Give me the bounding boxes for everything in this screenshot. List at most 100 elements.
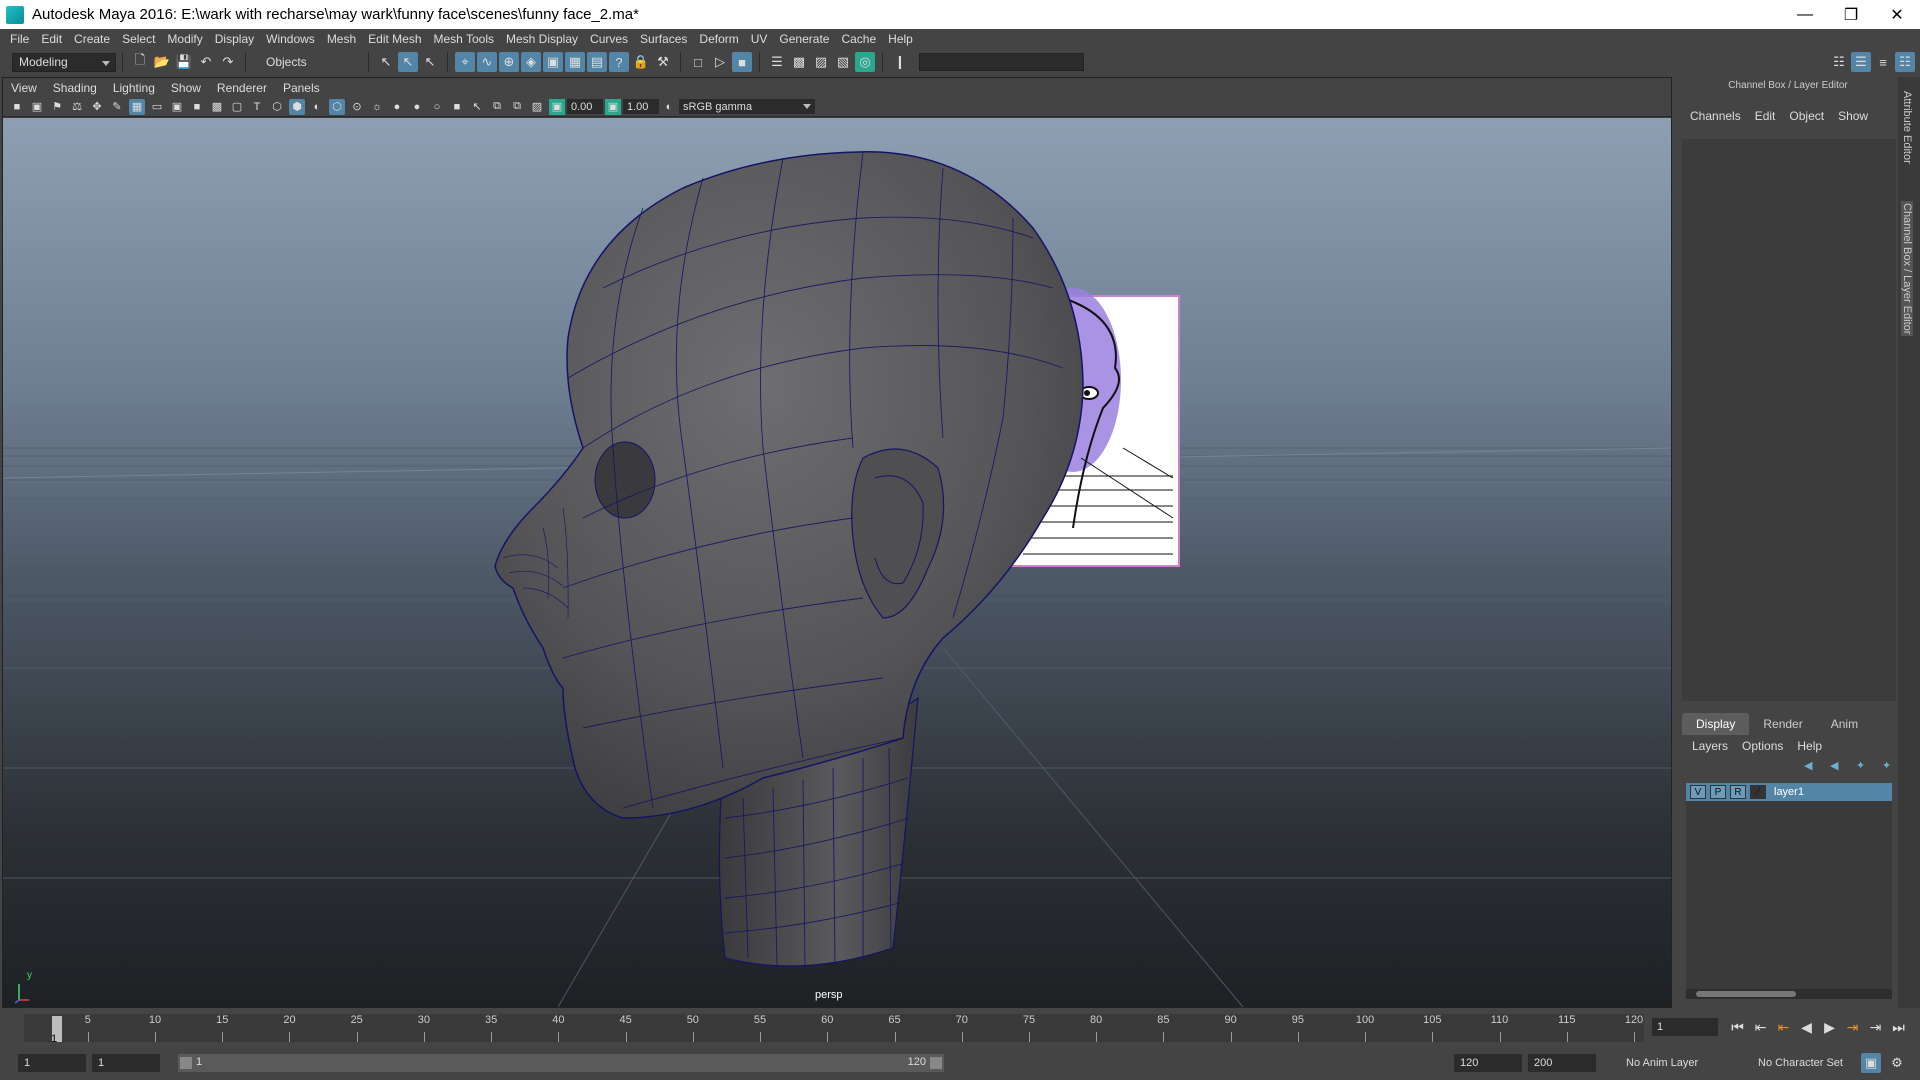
modeling-toolkit-icon[interactable]: ◎ (855, 52, 875, 72)
x-ray-active-icon[interactable]: ⧉ (509, 99, 525, 115)
panel-menu-shading[interactable]: Shading (53, 81, 97, 95)
layer-horizontal-scrollbar[interactable] (1686, 989, 1892, 999)
playback-end-field[interactable]: 120 (1454, 1054, 1522, 1072)
default-lighting-icon[interactable]: ◐ (309, 99, 325, 115)
menu-edit[interactable]: Edit (41, 32, 62, 46)
isolate-select-icon[interactable]: ↖ (469, 99, 485, 115)
light-editor-icon[interactable]: ▧ (833, 52, 853, 72)
channel-box-list[interactable] (1682, 139, 1896, 701)
channel-box-toggle-icon[interactable]: ☷ (1895, 52, 1915, 72)
layer-display-type-toggle[interactable]: R (1730, 785, 1746, 799)
menu-help[interactable]: Help (888, 32, 913, 46)
save-scene-icon[interactable]: 💾 (174, 52, 194, 72)
layer-menu-help[interactable]: Help (1797, 739, 1822, 753)
gamma-field[interactable]: 1.00 (623, 99, 659, 114)
animation-start-field[interactable]: 1 (18, 1054, 86, 1072)
step-back-frame-icon[interactable]: ⇤ (1772, 1016, 1795, 1038)
layer-playback-toggle[interactable]: P (1710, 785, 1726, 799)
film-gate-icon[interactable]: ▭ (149, 99, 165, 115)
time-slider-track[interactable]: 1 5 10 15 20 25 30 35 40 45 50 55 60 65 70 75 80 85 90 95 1… (24, 1014, 1644, 1045)
lock-icon[interactable]: 🔒 (631, 52, 651, 72)
wireframe-on-shaded-icon[interactable]: ⬡ (329, 98, 345, 115)
open-scene-icon[interactable]: 📂 (152, 52, 172, 72)
menu-modify[interactable]: Modify (167, 32, 202, 46)
sidebar-toggle-icon[interactable]: ❙ (890, 52, 910, 72)
range-slider-bar[interactable]: 1 120 (178, 1054, 944, 1072)
motion-blur-icon[interactable]: ○ (429, 99, 445, 115)
backface-culling-icon[interactable]: ▨ (529, 99, 545, 115)
anim-layer-dropdown[interactable]: No Anim Layer (1610, 1054, 1740, 1072)
smooth-shade-icon[interactable]: ⬢ (289, 98, 305, 115)
textured-icon[interactable]: ☼ (369, 99, 385, 115)
command-input[interactable] (919, 53, 1084, 71)
close-icon[interactable]: ✕ (1874, 0, 1920, 29)
new-empty-layer-icon[interactable]: ✦ (1856, 759, 1876, 773)
select-by-object-icon[interactable]: ↖ (398, 52, 418, 72)
restore-icon[interactable]: ❐ (1828, 0, 1874, 29)
camera-attributes-icon[interactable]: ▣ (29, 99, 45, 115)
resolution-gate-icon[interactable]: ▣ (169, 99, 185, 115)
construction-history-icon[interactable]: ⚒ (653, 52, 673, 72)
wireframe-icon[interactable]: ⬡ (269, 99, 285, 115)
make-live-icon[interactable]: ▦ (565, 52, 585, 72)
render-settings-icon[interactable]: ☰ (767, 52, 787, 72)
x-ray-joints-icon[interactable]: ⧉ (489, 99, 505, 115)
menu-select[interactable]: Select (122, 32, 155, 46)
x-ray-icon[interactable]: ⊙ (349, 99, 365, 115)
menu-deform[interactable]: Deform (699, 32, 738, 46)
go-to-start-icon[interactable]: ⏮ (1726, 1016, 1749, 1038)
bookmark-icon[interactable]: ⚑ (49, 99, 65, 115)
color-management-icon[interactable]: ◐ (661, 99, 677, 115)
tab-display[interactable]: Display (1682, 713, 1750, 735)
layer-row[interactable]: V P R ∕ layer1 (1686, 783, 1892, 801)
preferences-icon[interactable]: ⚙ (1887, 1053, 1907, 1073)
menu-surfaces[interactable]: Surfaces (640, 32, 687, 46)
step-back-key-icon[interactable]: ⇤ (1749, 1016, 1772, 1038)
auto-key-icon[interactable]: ▣ (1861, 1053, 1881, 1073)
menu-windows[interactable]: Windows (266, 32, 315, 46)
ipr-render-icon[interactable]: ■ (732, 52, 752, 72)
snap-projected-icon[interactable]: ◈ (521, 52, 541, 72)
layer-menu-options[interactable]: Options (1742, 739, 1783, 753)
cb-menu-channels[interactable]: Channels (1690, 109, 1741, 123)
two-d-pan-icon[interactable]: ✥ (89, 99, 105, 115)
select-by-hierarchy-icon[interactable]: ↖ (376, 52, 396, 72)
selection-mode-dropdown[interactable]: Objects (252, 52, 362, 72)
grease-pencil-icon[interactable]: ✎ (109, 99, 125, 115)
select-by-component-icon[interactable]: ↖ (420, 52, 440, 72)
snap-grid-icon[interactable]: ⌖ (455, 52, 475, 72)
outliner-icon[interactable]: ☷ (1829, 52, 1849, 72)
panel-menu-renderer[interactable]: Renderer (217, 81, 267, 95)
render-setup-icon[interactable]: ▨ (811, 52, 831, 72)
attribute-editor-icon[interactable]: ≡ (1873, 52, 1893, 72)
current-frame-field[interactable]: 1 (1652, 1018, 1718, 1036)
play-backwards-icon[interactable]: ◀ (1795, 1016, 1818, 1038)
go-to-end-icon[interactable]: ⏭ (1887, 1016, 1910, 1038)
snap-point-icon[interactable]: ⊕ (499, 52, 519, 72)
snap-view-plane-icon[interactable]: ▣ (543, 52, 563, 72)
menu-mesh[interactable]: Mesh (327, 32, 356, 46)
layer-color-swatch[interactable]: ∕ (1750, 785, 1766, 799)
gamma-icon[interactable]: ▣ (605, 98, 621, 115)
tool-settings-icon[interactable]: ☰ (1851, 52, 1871, 72)
cb-menu-edit[interactable]: Edit (1755, 109, 1776, 123)
play-forwards-icon[interactable]: ▶ (1818, 1016, 1841, 1038)
panel-menu-show[interactable]: Show (171, 81, 201, 95)
select-camera-icon[interactable]: ■ (9, 99, 25, 115)
new-scene-icon[interactable]: 🗋 (130, 52, 150, 72)
shadows-icon[interactable]: ● (389, 99, 405, 115)
history-icon[interactable]: ? (609, 52, 629, 72)
anti-aliasing-icon[interactable]: ■ (449, 99, 465, 115)
menu-create[interactable]: Create (74, 32, 110, 46)
gate-mask-icon[interactable]: ■ (189, 99, 205, 115)
safe-action-icon[interactable]: ▢ (229, 99, 245, 115)
layer-menu-layers[interactable]: Layers (1692, 739, 1728, 753)
exposure-icon[interactable]: ▣ (549, 98, 565, 115)
undo-icon[interactable]: ↶ (196, 52, 216, 72)
panel-menu-view[interactable]: View (11, 81, 37, 95)
menu-edit-mesh[interactable]: Edit Mesh (368, 32, 421, 46)
minimize-icon[interactable]: — (1782, 0, 1828, 29)
scrollbar-thumb[interactable] (1696, 991, 1796, 997)
range-start-handle[interactable] (180, 1057, 192, 1069)
symmetry-icon[interactable]: ▤ (587, 52, 607, 72)
